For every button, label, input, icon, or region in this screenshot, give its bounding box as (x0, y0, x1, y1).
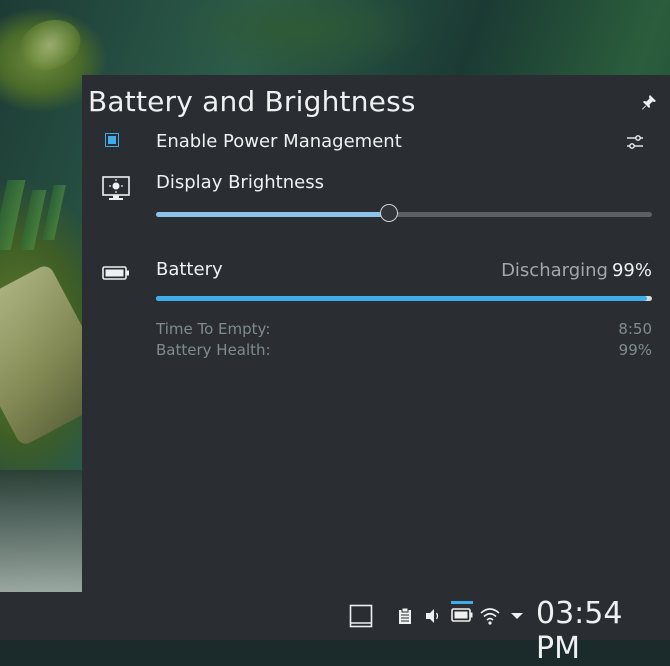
battery-state: Discharging (501, 260, 608, 281)
battery-tray-icon[interactable] (451, 608, 473, 622)
popup-title: Battery and Brightness (88, 85, 416, 118)
taskbar: 03:54 PM (0, 592, 670, 666)
display-brightness-label: Display Brightness (156, 172, 324, 193)
battery-brightness-popup: Battery and Brightness Enable Power Mana… (82, 75, 670, 592)
brightness-slider[interactable] (156, 204, 652, 222)
battery-charge-bar (156, 296, 652, 301)
time-to-empty-label: Time To Empty: (156, 320, 271, 338)
battery-status: Discharging 99% (501, 260, 652, 281)
battery-icon (102, 266, 129, 280)
configure-icon[interactable] (625, 132, 645, 152)
wifi-icon[interactable] (479, 606, 501, 626)
time-to-empty-value: 8:50 (618, 320, 652, 338)
battery-percent: 99% (611, 260, 652, 281)
volume-icon[interactable] (424, 607, 442, 625)
battery-health-label: Battery Health: (156, 341, 271, 359)
show-desktop-icon[interactable] (349, 604, 373, 628)
battery-label: Battery (156, 259, 223, 280)
active-indicator (451, 601, 473, 604)
power-management-checkbox[interactable] (105, 133, 119, 147)
battery-charge-bar-fill (156, 296, 648, 301)
pin-icon[interactable] (640, 93, 658, 111)
display-brightness-icon (102, 176, 130, 200)
battery-health-value: 99% (618, 341, 652, 359)
clock[interactable]: 03:54 PM (536, 596, 670, 666)
expand-tray-arrow-icon[interactable] (510, 611, 524, 621)
clipboard-icon[interactable] (398, 607, 412, 625)
brightness-slider-fill (156, 212, 390, 217)
power-management-label[interactable]: Enable Power Management (156, 131, 402, 152)
brightness-slider-handle[interactable] (380, 204, 399, 222)
